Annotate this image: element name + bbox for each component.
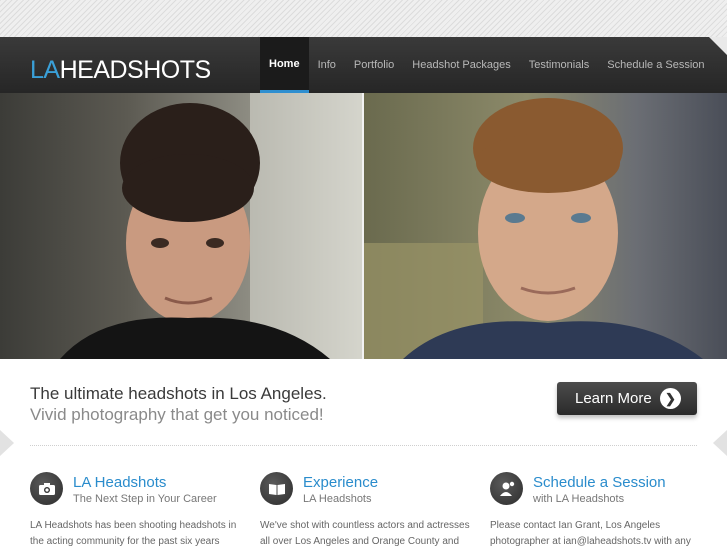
portrait-older-man bbox=[363, 98, 703, 359]
site-header: LAHEADSHOTS Home Info Portfolio Headshot… bbox=[0, 37, 727, 93]
nav-portfolio[interactable]: Portfolio bbox=[345, 37, 403, 93]
nav-info[interactable]: Info bbox=[309, 37, 345, 93]
book-icon bbox=[260, 472, 293, 505]
feature-subtitle: LA Headshots bbox=[303, 493, 372, 505]
nav-schedule-session[interactable]: Schedule a Session bbox=[598, 37, 713, 93]
hero-photo-right bbox=[363, 93, 727, 359]
nav-testimonials[interactable]: Testimonials bbox=[520, 37, 599, 93]
left-ribbon-fold bbox=[0, 430, 14, 456]
camera-icon bbox=[30, 472, 63, 505]
hero-divider bbox=[362, 93, 364, 359]
hero-slideshow bbox=[0, 93, 727, 359]
hero-tagline: The ultimate headshots in Los Angeles. V… bbox=[30, 383, 327, 426]
tagline-line-2: Vivid photography that get you noticed! bbox=[30, 405, 324, 425]
feature-subtitle: with LA Headshots bbox=[533, 493, 625, 505]
learn-more-button[interactable]: Learn More ❯ bbox=[557, 382, 697, 415]
arrow-right-icon: ❯ bbox=[660, 388, 681, 409]
site-logo[interactable]: LAHEADSHOTS bbox=[30, 58, 211, 83]
learn-more-label: Learn More bbox=[575, 390, 652, 407]
right-ribbon-fold bbox=[713, 430, 727, 456]
nav-headshot-packages[interactable]: Headshot Packages bbox=[403, 37, 519, 93]
feature-body: LA Headshots has been shooting headshots… bbox=[30, 520, 237, 547]
portrait-young-man bbox=[60, 93, 363, 359]
feature-body: Please contact Ian Grant, Los Angeles ph… bbox=[490, 520, 691, 547]
feature-subtitle: The Next Step in Your Career bbox=[73, 493, 217, 505]
feature-body: We've shot with countless actors and act… bbox=[260, 520, 470, 547]
main-nav: Home Info Portfolio Headshot Packages Te… bbox=[260, 37, 714, 93]
tagline-line-1: The ultimate headshots in Los Angeles. bbox=[30, 384, 327, 403]
person-icon bbox=[490, 472, 523, 505]
section-divider bbox=[30, 445, 697, 446]
logo-text: HEADSHOTS bbox=[59, 56, 212, 84]
feature-title[interactable]: LA Headshots bbox=[73, 474, 166, 491]
feature-title[interactable]: Experience bbox=[303, 474, 378, 491]
logo-accent: LA bbox=[30, 56, 60, 84]
hero-photo-left bbox=[0, 93, 363, 359]
nav-home[interactable]: Home bbox=[260, 37, 309, 93]
feature-title[interactable]: Schedule a Session bbox=[533, 474, 666, 491]
top-pattern-stripe bbox=[0, 0, 727, 37]
